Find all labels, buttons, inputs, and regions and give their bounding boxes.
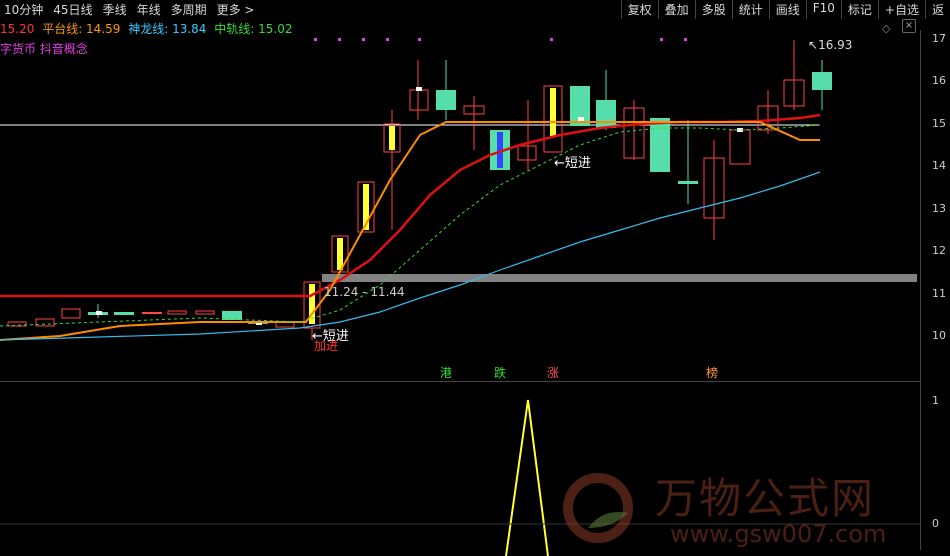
support-band bbox=[322, 274, 917, 282]
lower-indicator-line bbox=[505, 399, 549, 556]
event-tag-rise[interactable]: 涨 bbox=[547, 364, 559, 381]
axis-label-10: 10 bbox=[932, 329, 946, 342]
axis-label-14: 14 bbox=[932, 159, 946, 172]
watermark-url: www.gsw007.com bbox=[670, 520, 887, 548]
add-entry-label: 加进 bbox=[314, 339, 339, 353]
axis-label-13: 13 bbox=[932, 202, 946, 215]
event-tag-fall[interactable]: 跌 bbox=[494, 364, 506, 381]
watermark-logo-icon bbox=[563, 473, 633, 543]
range-label: 11.24 - 11.44 bbox=[324, 285, 405, 299]
watermark-title: 万物公式网 bbox=[655, 474, 876, 523]
axis-label-17: 17 bbox=[932, 32, 946, 45]
short-entry-label-1: ←短进 bbox=[554, 156, 591, 171]
platform-line bbox=[0, 121, 820, 341]
lower-axis-label-1: 1 bbox=[932, 394, 939, 407]
signal-dots bbox=[314, 38, 687, 41]
event-tag-list[interactable]: 榜 bbox=[706, 364, 718, 381]
axis-label-12: 12 bbox=[932, 244, 946, 257]
axis-label-11: 11 bbox=[932, 287, 946, 300]
event-tag-hk[interactable]: 港 bbox=[440, 364, 452, 381]
axis-label-16: 16 bbox=[932, 74, 946, 87]
high-price-label: ↖16.93 bbox=[808, 38, 853, 52]
axis-label-15: 15 bbox=[932, 117, 946, 130]
lower-axis-label-0: 0 bbox=[932, 517, 939, 530]
panel-divider bbox=[0, 381, 920, 382]
red-ma-line bbox=[0, 113, 821, 298]
